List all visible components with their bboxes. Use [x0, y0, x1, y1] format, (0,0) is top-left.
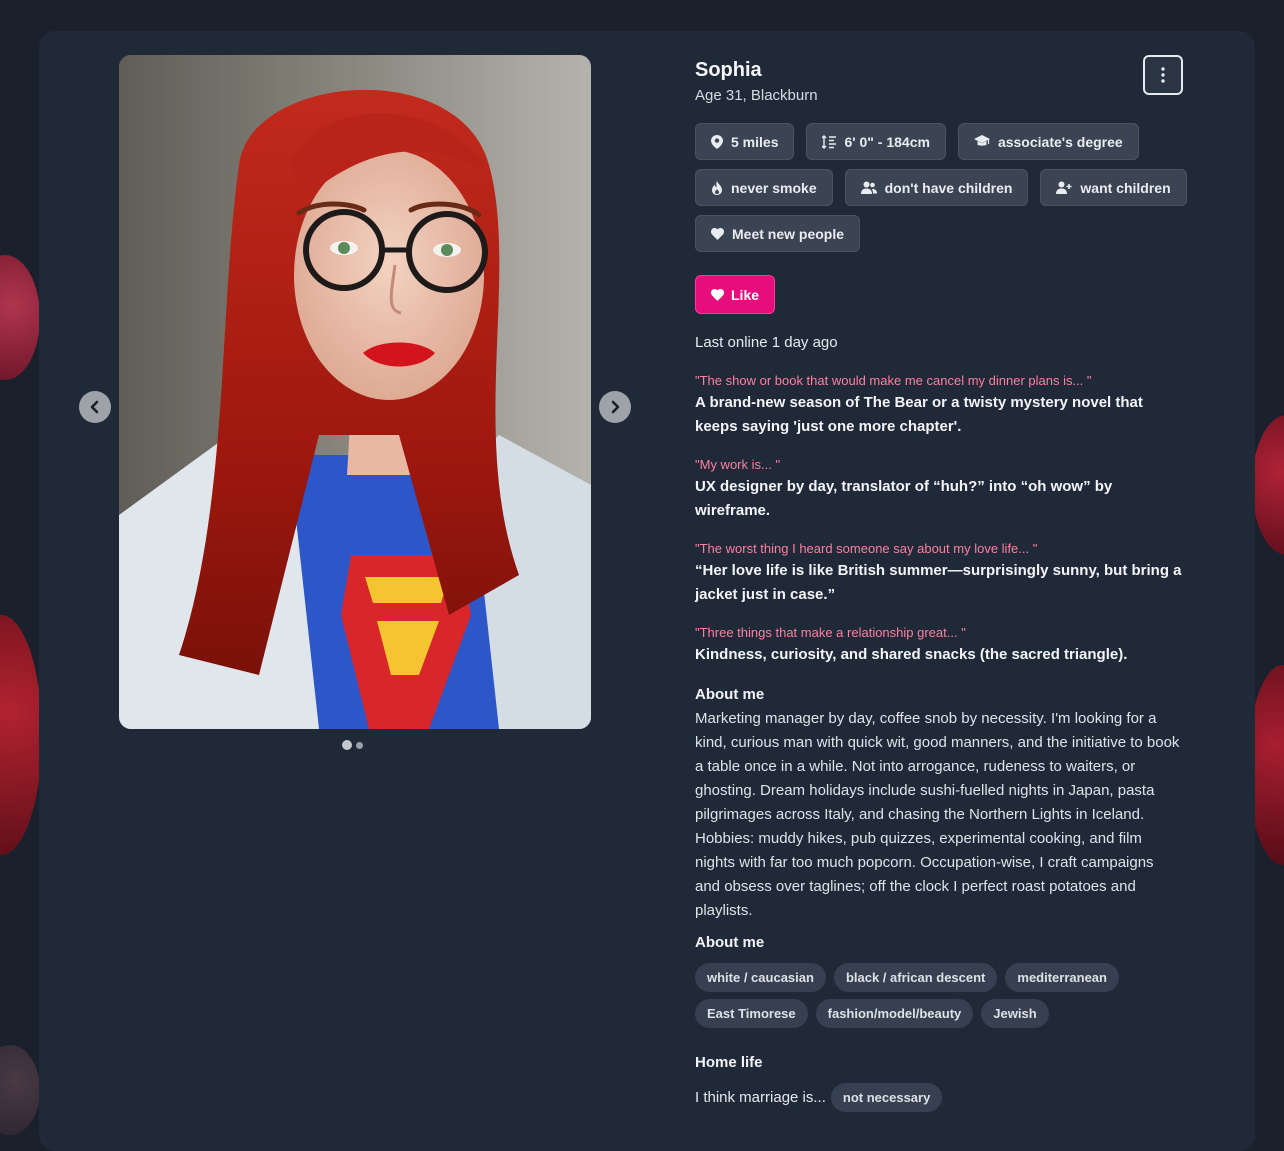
tag: Jewish — [981, 999, 1049, 1028]
tag: East Timorese — [695, 999, 808, 1028]
tag: white / caucasian — [695, 963, 826, 992]
chip-education: associate's degree — [957, 123, 1139, 160]
background-balloon — [0, 255, 40, 380]
tag: mediterranean — [1005, 963, 1119, 992]
graduation-cap-icon — [973, 135, 990, 146]
photo-dot-active[interactable] — [342, 740, 352, 750]
last-online-status: Last online 1 day ago — [695, 334, 838, 351]
flame-icon — [712, 180, 722, 195]
like-label: Like — [731, 286, 760, 303]
prompt-item: "Three things that make a relationship g… — [695, 625, 1185, 667]
about-me-text: Marketing manager by day, coffee snob by… — [695, 710, 1180, 919]
background-balloon — [0, 615, 42, 855]
prompt-question: "Three things that make a relationship g… — [695, 625, 966, 640]
photo-pagination — [342, 740, 363, 750]
about-me-tags-heading: About me — [695, 934, 765, 951]
user-plus-icon — [1056, 181, 1072, 194]
chip-label: Meet new people — [732, 225, 845, 242]
chip-looking-for: Meet new people — [695, 215, 861, 252]
prompt-answer: “Her love life is like British summer—su… — [695, 562, 1182, 603]
photo-prev-button[interactable] — [79, 391, 111, 423]
background-balloon — [1252, 415, 1284, 555]
chip-children: don't have children — [844, 169, 1029, 206]
chip-smoking: never smoke — [695, 169, 833, 206]
chip-label: associate's degree — [997, 133, 1123, 150]
tag: black / african descent — [833, 963, 998, 992]
tag: fashion/model/beauty — [815, 999, 974, 1028]
prompt-question: "The worst thing I heard someone say abo… — [695, 541, 1038, 556]
chip-family-plans: want children — [1040, 169, 1187, 206]
heart-icon — [711, 227, 724, 240]
profile-header: Sophia Age 31, Blackburn — [695, 58, 1185, 106]
prompt-answer: Kindness, curiosity, and shared snacks (… — [695, 646, 1128, 663]
attribute-chips: 5 miles 6' 0" - 184cm associate's degree… — [695, 123, 1195, 252]
chip-label: 6' 0" - 184cm — [844, 133, 930, 150]
home-life-heading: Home life — [695, 1054, 763, 1071]
about-me-heading: About me — [695, 686, 765, 703]
marriage-row: I think marriage is... not necessary — [695, 1083, 943, 1112]
profile-photo-illustration — [119, 55, 591, 729]
like-button[interactable]: Like — [695, 275, 776, 314]
profile-age-location: Age 31, Blackburn — [695, 87, 818, 104]
user-group-icon — [860, 181, 877, 194]
more-options-button[interactable] — [1143, 55, 1183, 95]
location-pin-icon — [711, 134, 723, 149]
marriage-value-tag: not necessary — [830, 1083, 943, 1112]
chip-label: want children — [1080, 179, 1171, 196]
chevron-right-icon — [611, 400, 620, 414]
prompt-item: "The show or book that would make me can… — [695, 373, 1185, 439]
prompt-question: "My work is... " — [695, 457, 781, 472]
prompt-answer: A brand-new season of The Bear or a twis… — [695, 394, 1143, 435]
background-balloon — [0, 1045, 40, 1135]
photo-dot[interactable] — [356, 741, 363, 749]
height-ruler-icon — [822, 134, 837, 149]
photo-next-button[interactable] — [599, 391, 631, 423]
heart-icon — [711, 288, 724, 301]
marriage-prompt: I think marriage is... — [695, 1089, 826, 1106]
about-me-tags: white / caucasian black / african descen… — [695, 963, 1195, 1028]
chip-label: 5 miles — [731, 133, 779, 150]
prompt-item: "The worst thing I heard someone say abo… — [695, 541, 1185, 607]
profile-name: Sophia — [695, 59, 762, 81]
prompt-item: "My work is... " UX designer by day, tra… — [695, 457, 1185, 523]
prompt-answer: UX designer by day, translator of “huh?”… — [695, 478, 1113, 519]
vertical-dots-icon — [1161, 67, 1165, 83]
chip-label: don't have children — [884, 179, 1013, 196]
chip-label: never smoke — [731, 179, 817, 196]
chevron-left-icon — [90, 400, 99, 414]
prompt-question: "The show or book that would make me can… — [695, 373, 1092, 388]
chip-height: 6' 0" - 184cm — [806, 123, 946, 160]
chip-distance: 5 miles — [695, 123, 795, 160]
profile-photo[interactable] — [119, 55, 591, 729]
